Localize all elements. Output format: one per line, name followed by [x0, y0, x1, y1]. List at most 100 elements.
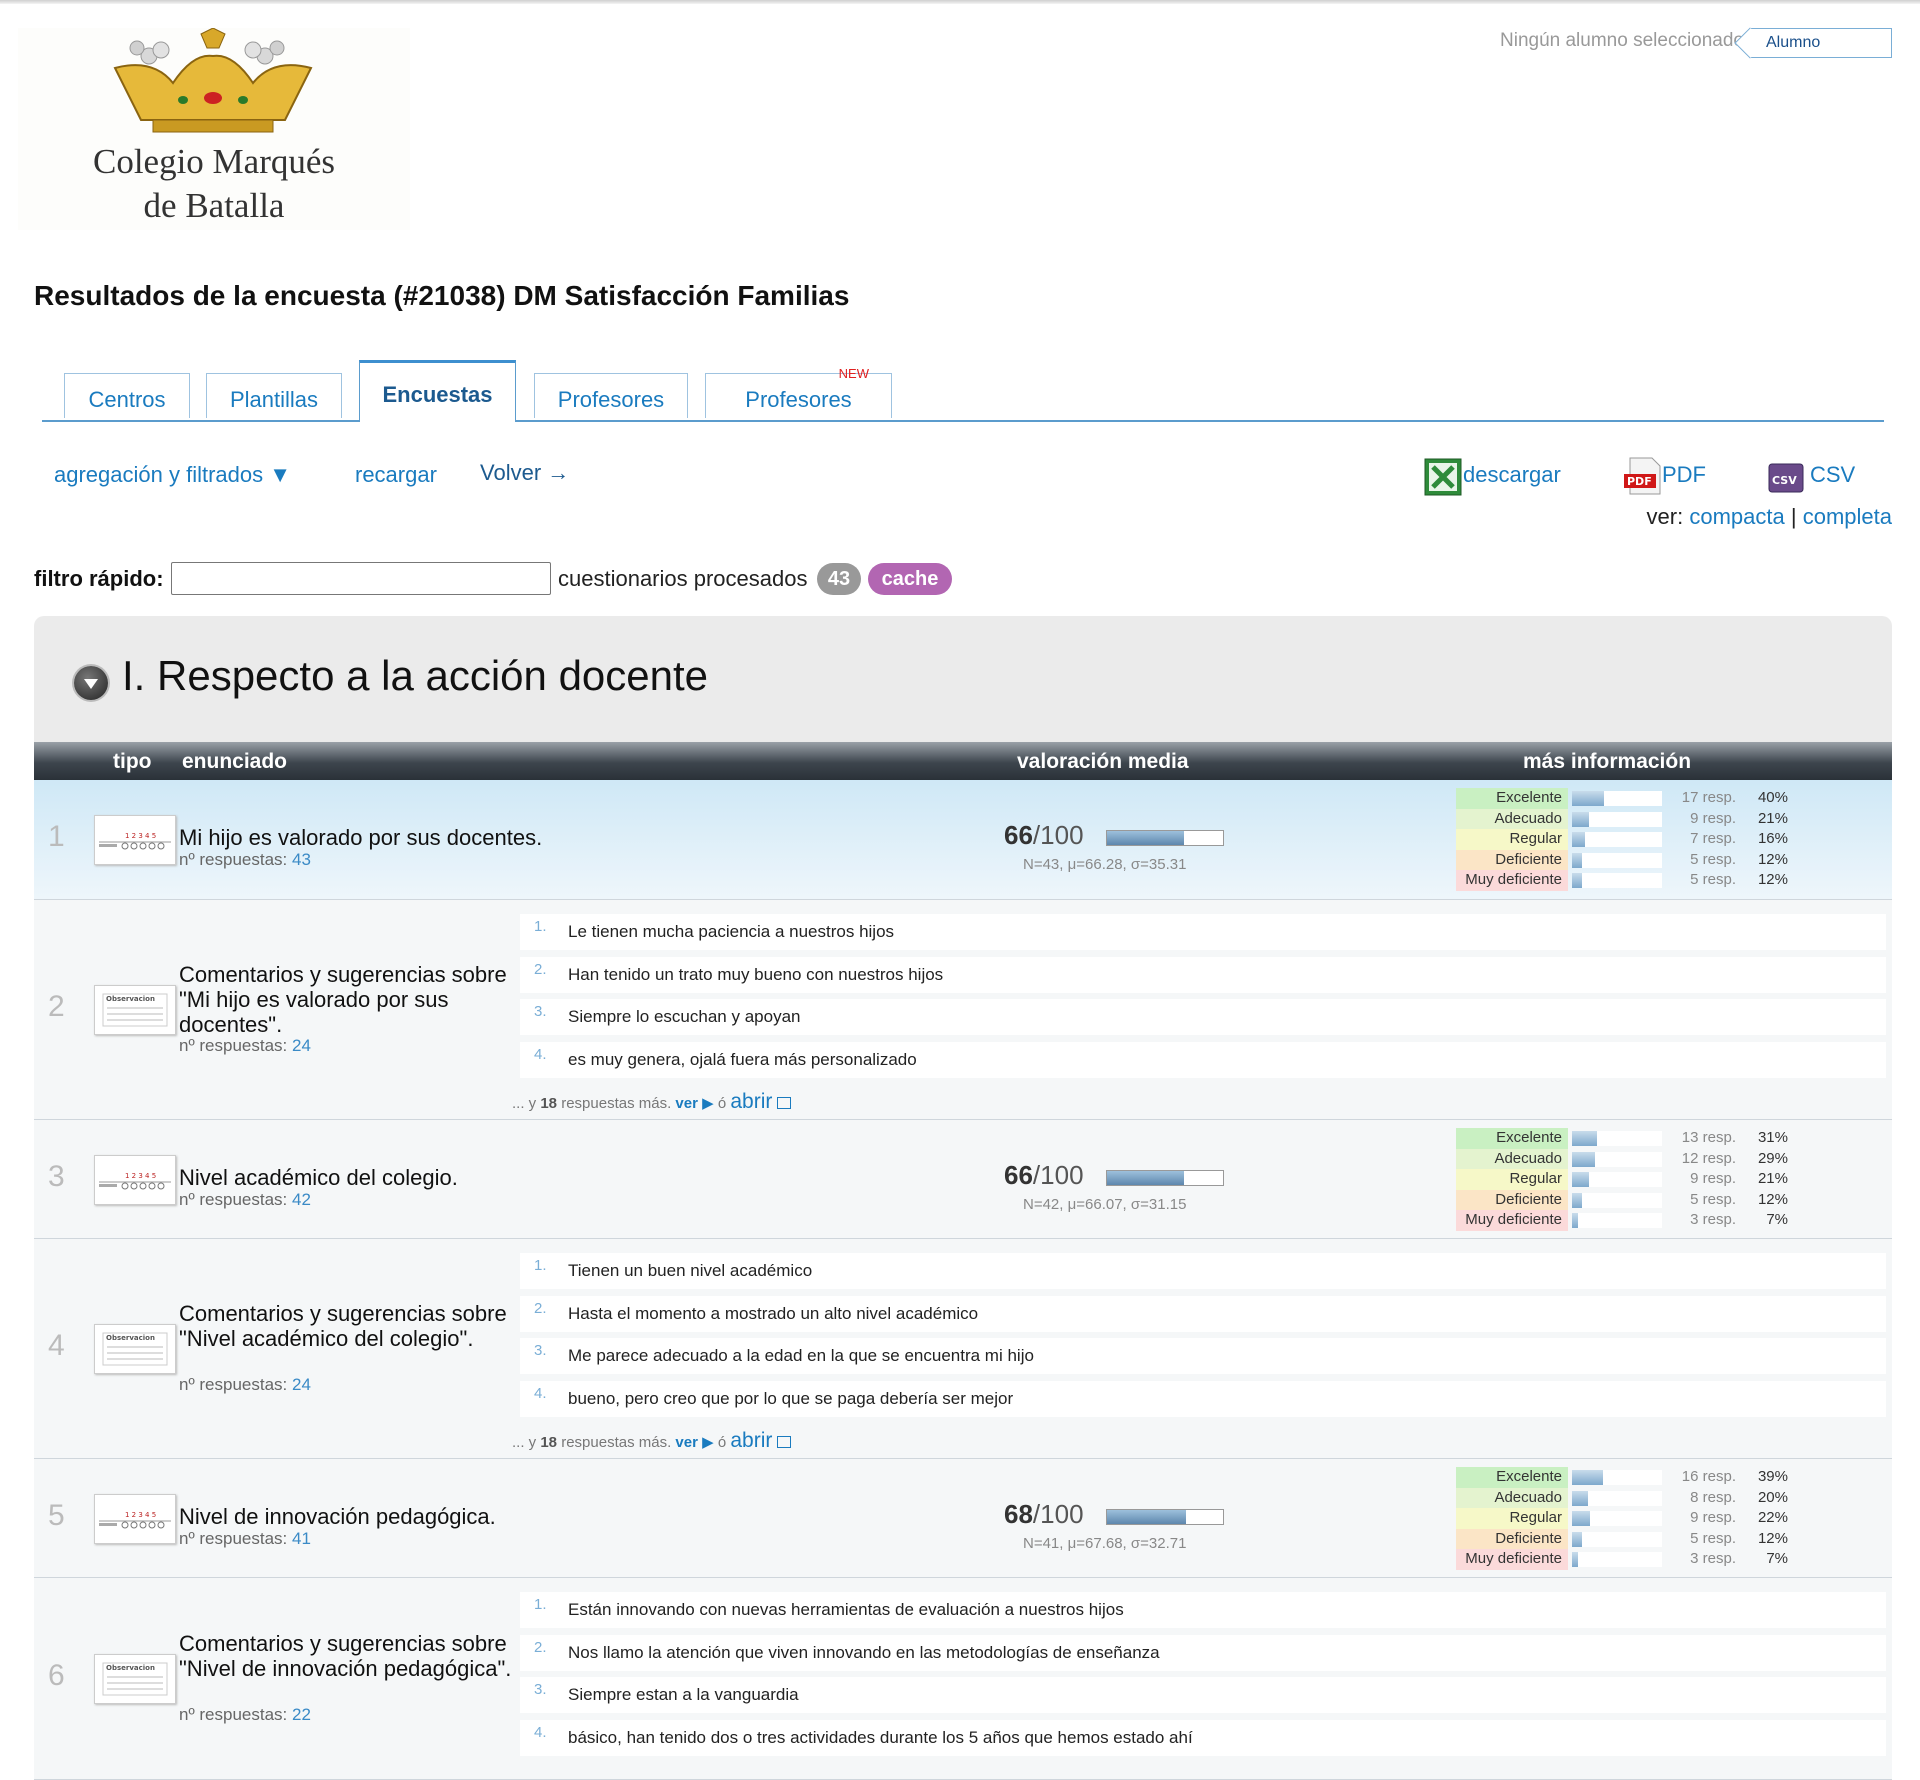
- response-count-value[interactable]: 43: [292, 850, 311, 869]
- external-link-icon[interactable]: [777, 1436, 792, 1448]
- view-compact-link[interactable]: compacta: [1689, 504, 1784, 529]
- response-count-value[interactable]: 24: [292, 1036, 311, 1055]
- distribution-bar-fill: [1572, 1192, 1582, 1208]
- distribution-bar-fill: [1572, 1490, 1588, 1506]
- student-selector-label: Alumno: [1766, 34, 1821, 51]
- distribution-label: Excelente: [1456, 788, 1568, 809]
- more-suffix: respuestas más.: [561, 1434, 672, 1451]
- row-number: 1: [48, 820, 65, 853]
- distribution-label: Deficiente: [1456, 1189, 1568, 1210]
- distribution-bar-fill: [1572, 1213, 1578, 1228]
- response-count-value[interactable]: 24: [292, 1375, 311, 1394]
- distribution-percent: 12%: [1757, 1190, 1788, 1208]
- comment-number: 4.: [534, 1045, 547, 1063]
- csv-link[interactable]: CSV: [1810, 462, 1855, 488]
- response-count-value[interactable]: 41: [292, 1529, 311, 1548]
- distribution-percent: 7%: [1766, 1550, 1788, 1567]
- distribution-row: Adecuado 12 resp. 29%: [1456, 1148, 1796, 1169]
- open-link[interactable]: abrir: [730, 1090, 772, 1113]
- download-link[interactable]: descargar: [1463, 462, 1561, 488]
- cache-badge[interactable]: cache: [868, 563, 952, 595]
- section-collapse-icon[interactable]: [74, 666, 108, 700]
- more-suffix: respuestas más.: [561, 1095, 672, 1112]
- score-value: 66: [1004, 820, 1033, 850]
- distribution-bar: [1572, 1172, 1662, 1187]
- pdf-link[interactable]: PDF: [1662, 462, 1706, 488]
- question-row: 6 Observacion Comentarios y sugerencias so…: [34, 1578, 1892, 1780]
- distribution-bar-fill: [1572, 1470, 1603, 1485]
- distribution-bar-fill: [1572, 1511, 1590, 1526]
- distribution-responses: 7 resp.: [1690, 830, 1736, 847]
- question-text: Comentarios y sugerencias sobre "Nivel d…: [179, 1631, 512, 1681]
- more-responses: ... y 18 respuestas más. ver ▶ ó abrir: [512, 1090, 792, 1114]
- score-bar: [1106, 1169, 1224, 1186]
- distribution-bar-fill: [1572, 791, 1604, 806]
- response-count-value[interactable]: 22: [292, 1705, 311, 1724]
- aggregation-filter-link[interactable]: agregación y filtrados ▼: [54, 462, 291, 488]
- tab-encuestas[interactable]: Encuestas: [359, 360, 516, 422]
- response-count-label: nº respuestas:: [179, 1036, 288, 1055]
- open-link[interactable]: abrir: [730, 1429, 772, 1452]
- score-bar-fill: [1107, 1170, 1184, 1185]
- tab-profesores[interactable]: Profesores: [534, 373, 688, 418]
- distribution-responses: 5 resp.: [1690, 871, 1736, 888]
- reload-link[interactable]: recargar: [355, 462, 437, 488]
- distribution-label: Muy deficiente: [1456, 1549, 1568, 1570]
- question-text: Comentarios y sugerencias sobre "Nivel a…: [179, 1301, 507, 1351]
- response-distribution: Excelente 16 resp. 39% Adecuado 8 resp. 20% Re…: [1456, 1467, 1796, 1570]
- distribution-label: Adecuado: [1456, 1148, 1568, 1169]
- quick-filter-label: filtro rápido:: [34, 566, 164, 591]
- score-max: /100: [1032, 1498, 1084, 1529]
- csv-icon[interactable]: CSV: [1768, 460, 1808, 496]
- distribution-bar: [1572, 1490, 1662, 1506]
- row-number: 6: [48, 1659, 65, 1692]
- distribution-percent: 12%: [1757, 1529, 1788, 1547]
- distribution-percent: 21%: [1757, 809, 1788, 827]
- distribution-label: Muy deficiente: [1456, 1210, 1568, 1231]
- survey-section: I. Respecto a la acción docente tipo enu…: [34, 616, 1892, 1780]
- see-more-link[interactable]: ver ▶: [675, 1434, 713, 1451]
- comment-text: Han tenido un trato muy bueno con nuestr…: [568, 964, 944, 984]
- excel-icon[interactable]: [1424, 458, 1462, 496]
- tab-centros[interactable]: Centros: [64, 373, 190, 418]
- comment-number: 4.: [534, 1384, 547, 1402]
- distribution-percent: 22%: [1757, 1509, 1788, 1526]
- comment-item: 1. Están innovando con nuevas herramienta…: [520, 1592, 1886, 1628]
- quick-filter-input[interactable]: [171, 562, 551, 595]
- rating-scale-icon: 1 2 3 4 5: [94, 815, 176, 865]
- distribution-row: Muy deficiente 3 resp. 7%: [1456, 1549, 1796, 1570]
- distribution-percent: 21%: [1757, 1170, 1788, 1187]
- distribution-bar-fill: [1572, 852, 1582, 868]
- tab-profesores-new[interactable]: Profesores NEW: [705, 366, 892, 418]
- response-count-label: nº respuestas:: [179, 1528, 288, 1548]
- distribution-responses: 9 resp.: [1690, 809, 1736, 827]
- score-stats: N=41, μ=67.68, σ=32.71: [1023, 1534, 1187, 1552]
- distribution-bar-fill: [1572, 1151, 1595, 1167]
- view-full-link[interactable]: completa: [1803, 504, 1892, 529]
- school-logo: Colegio Marqués de Batalla: [18, 28, 410, 230]
- distribution-row: Muy deficiente 5 resp. 12%: [1456, 870, 1796, 891]
- distribution-bar-fill: [1572, 1552, 1578, 1567]
- external-link-icon[interactable]: [777, 1097, 792, 1109]
- distribution-label: Excelente: [1456, 1128, 1568, 1149]
- see-more-link[interactable]: ver ▶: [675, 1095, 713, 1112]
- student-selector[interactable]: Alumno: [1750, 28, 1892, 58]
- score-max: /100: [1032, 1159, 1084, 1190]
- comment-list: 1. Le tienen mucha paciencia a nuestros h…: [520, 914, 1886, 1084]
- distribution-bar: [1572, 811, 1662, 827]
- view-mode-label: ver:: [1646, 504, 1684, 529]
- distribution-responses: 5 resp.: [1690, 1529, 1736, 1547]
- comment-text: Siempre lo escuchan y apoyan: [568, 1007, 801, 1026]
- pdf-icon[interactable]: PDF: [1624, 456, 1664, 496]
- response-count-value[interactable]: 42: [292, 1190, 311, 1209]
- tab-bar: Centros Plantillas Encuestas Profesores …: [42, 360, 1884, 422]
- distribution-row: Regular 9 resp. 22%: [1456, 1508, 1796, 1529]
- processed-count-badge: 43: [817, 563, 861, 595]
- distribution-label: Adecuado: [1456, 808, 1568, 829]
- distribution-bar-fill: [1572, 873, 1582, 888]
- distribution-responses: 5 resp.: [1690, 850, 1736, 868]
- back-link[interactable]: Volver →: [480, 460, 569, 486]
- distribution-bar: [1572, 1131, 1662, 1146]
- response-count: nº respuestas: 24: [179, 1036, 311, 1056]
- tab-plantillas[interactable]: Plantillas: [206, 373, 342, 418]
